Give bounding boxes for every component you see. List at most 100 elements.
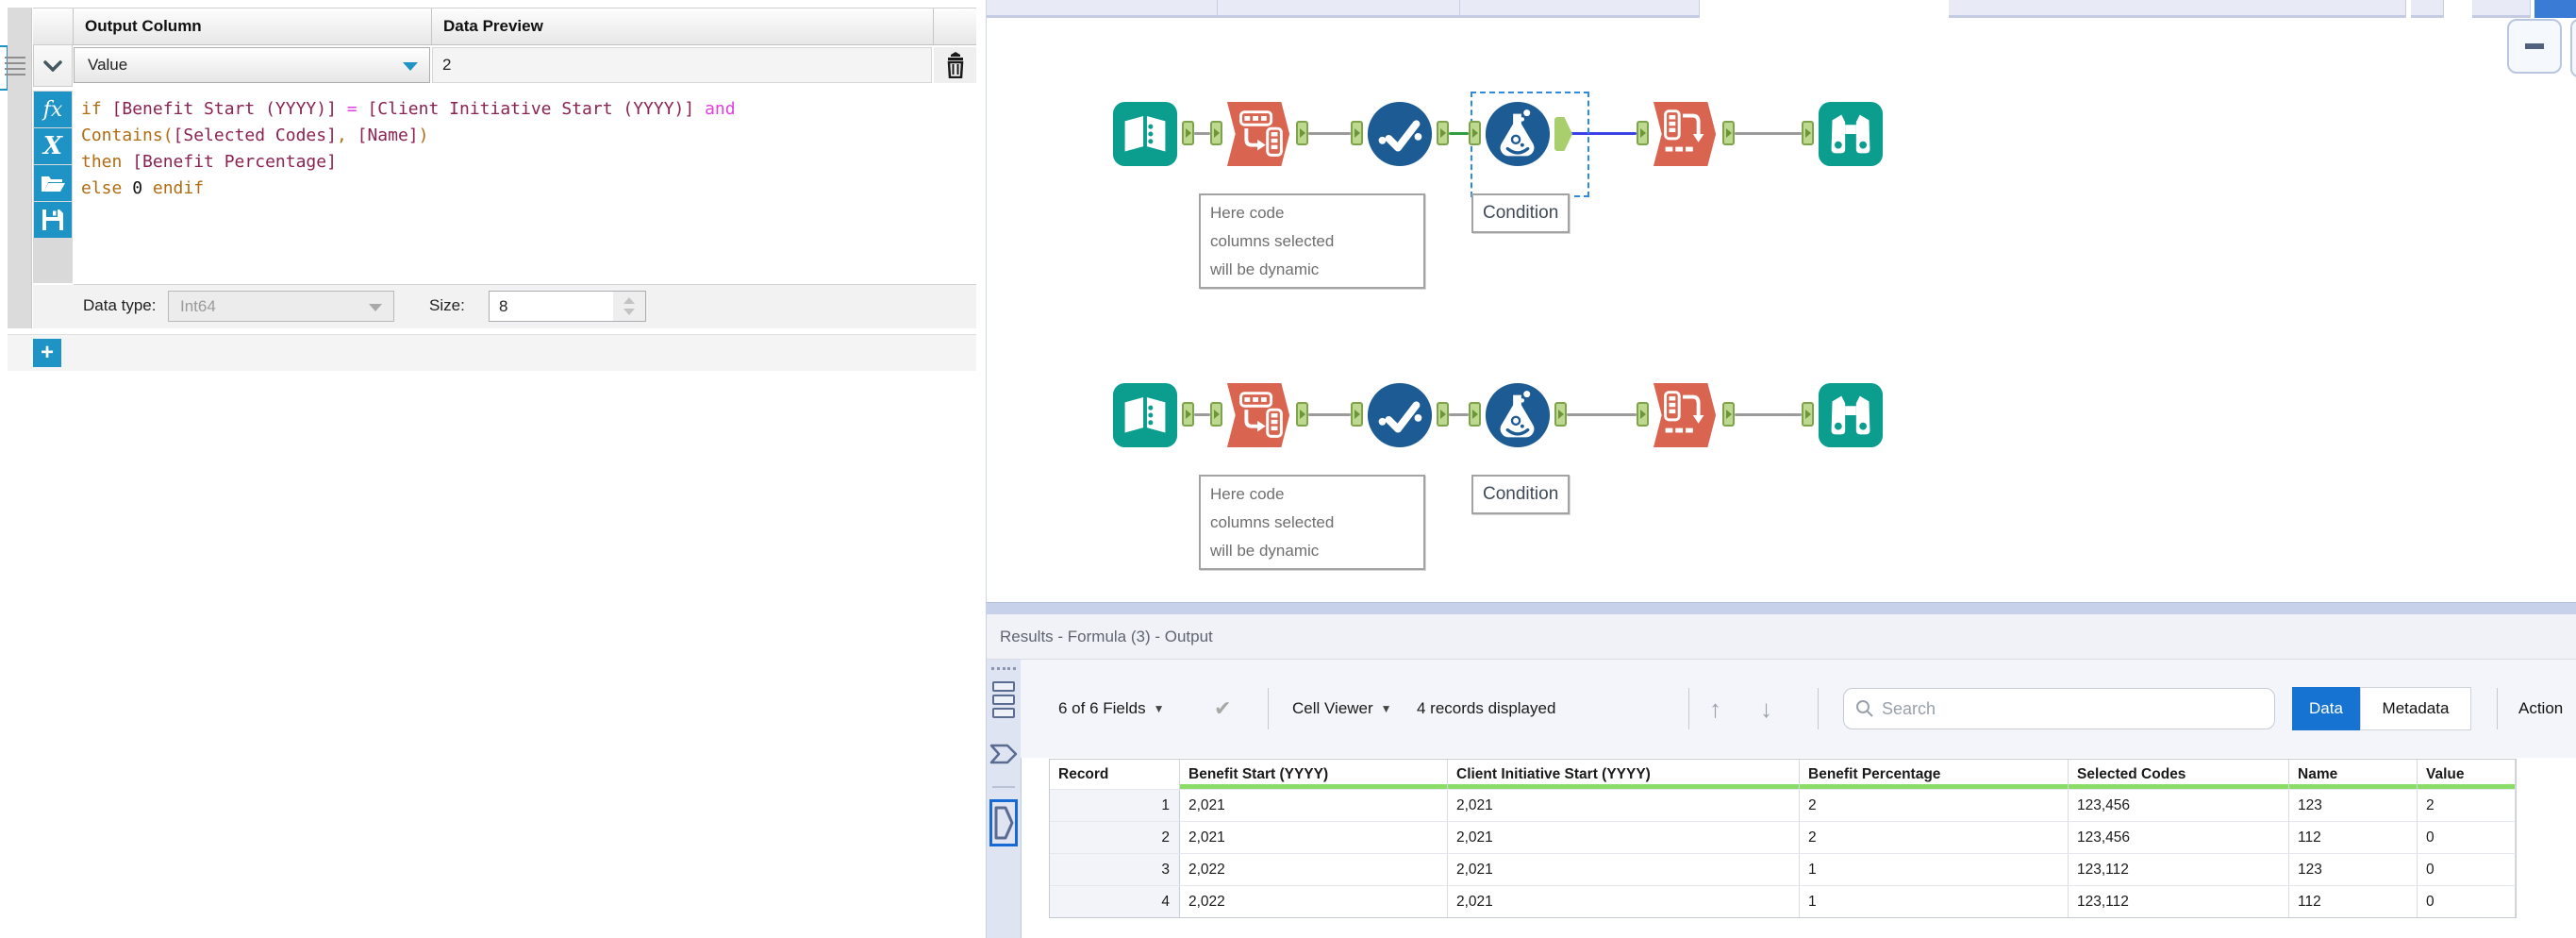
data-cell[interactable]: 0 [2418, 854, 2516, 885]
browse-tool[interactable] [1817, 100, 1885, 168]
output-anchor[interactable] [1296, 121, 1308, 145]
input-anchor[interactable] [1351, 402, 1363, 427]
tool-annotation[interactable]: Here code columns selected will be dynamic [1199, 475, 1425, 571]
formula-tool-label[interactable]: Condition [1471, 193, 1571, 233]
data-cell[interactable]: 123,112 [2069, 886, 2289, 917]
browse-tool[interactable] [1817, 381, 1885, 449]
cross-tab-tool[interactable] [1652, 100, 1720, 168]
table-row[interactable]: 4 2,022 2,021 1 123,112 112 0 [1050, 885, 2516, 917]
select-tool[interactable] [1366, 381, 1434, 449]
data-cell[interactable]: 123 [2289, 854, 2418, 885]
apply-check-icon[interactable]: ✔ [1214, 660, 1231, 758]
column-header[interactable]: Benefit Percentage [1800, 760, 2069, 789]
data-tab[interactable]: Data [2292, 687, 2360, 730]
input-anchor-button[interactable] [989, 733, 1018, 775]
column-header[interactable]: Benefit Start (YYYY) [1180, 760, 1448, 789]
connection-wire-gray[interactable] [1308, 132, 1351, 135]
data-cell[interactable]: 123,112 [2069, 854, 2289, 885]
column-header[interactable]: Record [1050, 760, 1180, 789]
output-anchor[interactable] [1437, 121, 1449, 145]
column-header[interactable]: Client Initiative Start (YYYY) [1448, 760, 1800, 789]
record-number-cell[interactable]: 4 [1050, 886, 1180, 917]
data-cell[interactable]: 1 [1800, 886, 2069, 917]
strip-grip-icon[interactable] [991, 667, 1016, 670]
scroll-down-button[interactable]: ↓ [1760, 660, 1772, 758]
output-anchor[interactable] [1554, 402, 1567, 427]
output-anchor[interactable] [1296, 402, 1308, 427]
input-anchor[interactable] [1637, 402, 1649, 427]
data-cell[interactable]: 2,021 [1448, 854, 1800, 885]
column-header[interactable]: Name [2289, 760, 2418, 789]
connection-wire-gray[interactable] [1449, 413, 1469, 416]
data-cell[interactable]: 1 [1800, 854, 2069, 885]
data-cell[interactable]: 2 [2418, 790, 2516, 821]
column-header[interactable]: Selected Codes [2069, 760, 2289, 789]
panel-splitter[interactable] [986, 602, 2576, 615]
input-anchor[interactable] [1351, 121, 1363, 145]
zoom-out-button[interactable] [2507, 19, 2562, 74]
output-column-dropdown[interactable]: Value [74, 47, 430, 83]
cell-viewer-dropdown[interactable]: Cell Viewer ▼ [1292, 660, 1392, 758]
record-number-cell[interactable]: 3 [1050, 854, 1180, 885]
data-cell[interactable]: 2,021 [1448, 790, 1800, 821]
connection-wire-gray[interactable] [1735, 132, 1802, 135]
connection-wire-gray[interactable] [1194, 413, 1210, 416]
results-table[interactable]: Record Benefit Start (YYYY) Client Initiat… [1049, 759, 2517, 918]
input-anchor[interactable] [1802, 402, 1814, 427]
cross-tab-tool[interactable] [1652, 381, 1720, 449]
data-cell[interactable]: 2,021 [1448, 886, 1800, 917]
tool-annotation[interactable]: Here code columns selected will be dynamic [1199, 193, 1425, 290]
connection-wire-gray[interactable] [1735, 413, 1802, 416]
fields-dropdown[interactable]: 6 of 6 Fields ▼ [1058, 660, 1165, 758]
table-row[interactable]: 1 2,021 2,021 2 123,456 123 2 [1050, 789, 2516, 821]
data-cell[interactable]: 123,456 [2069, 790, 2289, 821]
input-anchor[interactable] [1469, 402, 1481, 427]
connection-wire-gray[interactable] [1308, 413, 1351, 416]
metadata-tab[interactable]: Metadata [2360, 687, 2471, 730]
connection-wire-green[interactable] [1449, 132, 1469, 135]
input-anchor[interactable] [1210, 121, 1222, 145]
table-row[interactable]: 2 2,021 2,021 2 123,456 112 0 [1050, 821, 2516, 853]
delete-expression-button[interactable] [934, 47, 976, 83]
save-expression-button[interactable] [34, 202, 72, 238]
formula-tool[interactable] [1484, 100, 1552, 168]
variables-button[interactable]: X [34, 128, 72, 164]
output-anchor[interactable] [1722, 121, 1735, 145]
transpose-tool[interactable] [1225, 100, 1293, 168]
connection-wire-gray[interactable] [1194, 132, 1210, 135]
record-number-cell[interactable]: 1 [1050, 790, 1180, 821]
input-anchor[interactable] [1469, 121, 1481, 145]
data-cell[interactable]: 112 [2289, 886, 2418, 917]
data-type-dropdown[interactable]: Int64 [168, 291, 394, 322]
data-cell[interactable]: 2 [1800, 822, 2069, 853]
data-cell[interactable]: 0 [2418, 822, 2516, 853]
output-anchor[interactable] [1722, 402, 1735, 427]
input-anchor[interactable] [1637, 121, 1649, 145]
record-number-cell[interactable]: 2 [1050, 822, 1180, 853]
table-row[interactable]: 3 2,022 2,021 1 123,112 123 0 [1050, 853, 2516, 885]
saved-expressions-button[interactable] [34, 165, 72, 201]
scroll-up-button[interactable]: ↑ [1709, 660, 1721, 758]
data-cell[interactable]: 123 [2289, 790, 2418, 821]
connection-wire-gray[interactable] [1567, 413, 1637, 416]
data-cell[interactable]: 2,022 [1180, 886, 1448, 917]
search-input[interactable]: Search [1843, 688, 2275, 729]
workflow-canvas[interactable]: Here code columns selected will be dynamic… [986, 0, 2576, 604]
expression-editor[interactable]: if [Benefit Start (YYYY)] = [Client Init… [74, 91, 976, 285]
formula-tool[interactable] [1484, 381, 1552, 449]
output-anchor-button-selected[interactable] [989, 799, 1018, 846]
column-header[interactable]: Value [2418, 760, 2516, 789]
partial-toolbar-button[interactable] [2570, 19, 2576, 77]
data-cell[interactable]: 2 [1800, 790, 2069, 821]
collapse-expression-button[interactable] [33, 44, 73, 87]
output-anchor[interactable] [1437, 402, 1449, 427]
size-spinner[interactable] [613, 292, 645, 321]
output-anchor[interactable] [1182, 121, 1194, 145]
data-cell[interactable]: 0 [2418, 886, 2516, 917]
input-data-tool[interactable] [1111, 381, 1179, 449]
data-cell[interactable]: 123,456 [2069, 822, 2289, 853]
input-anchor[interactable] [1802, 121, 1814, 145]
input-anchor[interactable] [1210, 402, 1222, 427]
select-tool[interactable] [1366, 100, 1434, 168]
functions-button[interactable]: fx [34, 92, 72, 127]
